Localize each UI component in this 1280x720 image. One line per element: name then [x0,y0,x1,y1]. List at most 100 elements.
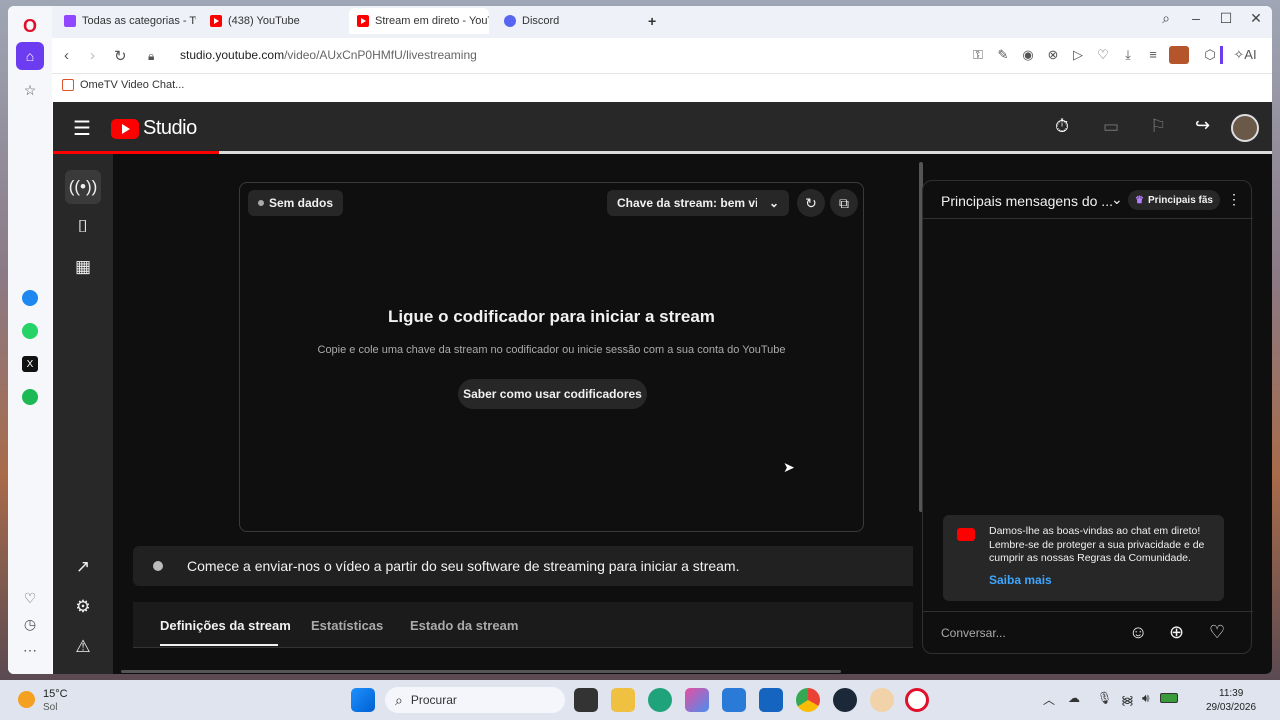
microphone-icon[interactable]: 🎙︎ [1097,691,1112,705]
live-icon[interactable]: ((•)) [65,170,101,204]
history-icon[interactable]: ◷ [16,610,44,638]
edit-icon[interactable]: ✎ [995,47,1011,63]
live-chat-panel: Principais mensagens do ... ⌄ ♛ Principa… [922,180,1253,654]
preview-title: Ligue o codificador para iniciar a strea… [388,307,715,326]
opera-logo-icon[interactable]: O [16,12,44,40]
chat-input[interactable]: Conversar... [941,626,1006,640]
ai-button[interactable]: ✧AI [1230,47,1260,63]
cloud-icon[interactable]: ☁ [1068,691,1080,705]
feedback-icon[interactable]: ⚠ [65,630,101,664]
app-icon[interactable] [870,688,894,712]
forward-icon[interactable]: › [90,47,95,64]
refresh-button[interactable]: ↻ [797,189,825,217]
horizontal-scrollbar[interactable] [121,670,841,673]
tab-label: Todas as categorias - Twitc [82,15,196,27]
bookmark-icon[interactable]: ⚐ [1150,116,1166,137]
settings-gear-icon[interactable]: ⚙ [65,590,101,624]
search-icon: ⌕ [395,691,403,708]
active-tab-indicator [160,644,278,646]
battery-icon[interactable] [1160,693,1178,703]
account-avatar[interactable] [1231,114,1259,142]
add-circle-icon[interactable]: ⊕ [1169,622,1184,643]
chevron-up-icon[interactable]: ︿ [1043,691,1055,708]
refresh-icon: ↻ [805,194,817,211]
tab-statistics[interactable]: Estatísticas [311,618,383,633]
spotify-icon[interactable] [16,383,44,411]
wifi-icon[interactable]: ᯼ [1121,691,1134,708]
ometv-icon [62,79,74,91]
stream-key-dropdown[interactable]: Chave da stream: bem vindo ⌄ [607,190,789,216]
outlook-icon[interactable] [722,688,746,712]
x-icon[interactable]: X [16,350,44,378]
windows-start-icon[interactable] [351,688,375,712]
divider [1220,46,1223,64]
weather-desc[interactable]: Sol [43,702,57,713]
home-icon[interactable]: ⌂ [16,42,44,70]
adblock-icon[interactable]: ⊗ [1045,47,1061,63]
camera-icon[interactable]: ⌷ [65,210,101,244]
weather-temp[interactable]: 15°C [43,688,68,700]
more-icon[interactable]: ⋯ [16,636,44,664]
cube-icon[interactable]: ⬡ [1202,47,1218,63]
copilot-icon[interactable] [685,688,709,712]
chat-title[interactable]: Principais mensagens do ... [941,193,1113,209]
learn-more-link[interactable]: Saiba mais [989,573,1052,587]
minimize-icon[interactable]: – [1185,10,1207,26]
tab-stream-status[interactable]: Estado da stream [410,618,518,633]
tab-youtube[interactable]: (438) YouTube [202,8,344,34]
chevron-down-icon[interactable]: ⌄ [1111,191,1123,208]
encoder-help-button[interactable]: Saber como usar codificadores [458,379,647,409]
copy-button[interactable]: ⧉ [830,189,858,217]
bookmark-ometv[interactable]: OmeTV Video Chat... [62,79,184,91]
play-icon[interactable]: ▷ [1070,47,1086,63]
clapperboard-icon[interactable]: ▭ [1103,117,1119,137]
search-tabs-icon[interactable]: ⌕ [1155,10,1177,27]
reload-icon[interactable]: ↻ [114,47,127,65]
task-view-icon[interactable] [574,688,598,712]
sun-icon[interactable] [18,691,35,708]
timer-icon[interactable]: ⏱︎ [1055,116,1069,137]
profile-avatar[interactable] [1169,46,1189,64]
chrome-icon[interactable] [796,688,820,712]
messenger-icon[interactable] [16,284,44,312]
maximize-icon[interactable]: ☐ [1215,10,1237,27]
url-field[interactable]: studio.youtube.com/video/AUxCnP0HMfU/liv… [180,48,477,62]
whatsapp-icon[interactable] [16,317,44,345]
tab-stream-settings[interactable]: Definições da stream [160,618,291,633]
volume-icon[interactable]: 🔊︎ [1142,691,1150,706]
edge-icon[interactable] [648,688,672,712]
camera-icon[interactable]: ◉ [1020,47,1036,63]
more-options-icon[interactable]: ⋮ [1227,191,1241,208]
top-fans-badge[interactable]: ♛ Principais fãs [1128,190,1220,210]
clock-date[interactable]: 29/03/2026 [1206,702,1256,713]
download-icon[interactable]: ⤓ [1120,47,1136,63]
emoji-icon[interactable]: ☺ [1129,622,1147,643]
hamburger-menu-icon[interactable]: ☰ [73,116,91,141]
steam-icon[interactable] [833,688,857,712]
share-icon[interactable]: ↪ [1195,115,1210,136]
url-domain: studio.youtube.com [180,48,285,62]
copy-icon: ⧉ [839,194,849,211]
key-icon[interactable]: ⚿ [970,47,986,63]
star-icon[interactable]: ☆ [16,76,44,104]
heart-icon[interactable]: ♡ [16,584,44,612]
sparkle-icon: ✧ [1233,47,1245,62]
menu-icon[interactable]: ≡ [1145,47,1161,62]
heart-icon[interactable]: ♡ [1095,47,1111,63]
calendar-icon[interactable]: ▦ [65,250,101,284]
studio-logo[interactable]: Studio [111,117,197,140]
external-link-icon[interactable]: ↗ [65,550,101,584]
back-icon[interactable]: ‹ [64,47,69,64]
opera-taskbar-icon[interactable] [905,688,929,712]
new-tab-button[interactable]: + [640,8,670,34]
mouse-cursor-icon: ➤ [783,459,795,475]
store-icon[interactable] [759,688,783,712]
file-explorer-icon[interactable] [611,688,635,712]
tab-discord[interactable]: Discord [496,8,636,34]
taskbar-search[interactable]: ⌕ Procurar [385,687,565,713]
clock-time[interactable]: 11:39 [1219,688,1243,699]
close-icon[interactable]: ✕ [1245,10,1267,27]
tab-stream[interactable]: Stream em direto - YouTu [349,8,489,34]
tab-twitch[interactable]: Todas as categorias - Twitc [56,8,196,34]
heart-icon[interactable]: ♡ [1209,622,1225,643]
